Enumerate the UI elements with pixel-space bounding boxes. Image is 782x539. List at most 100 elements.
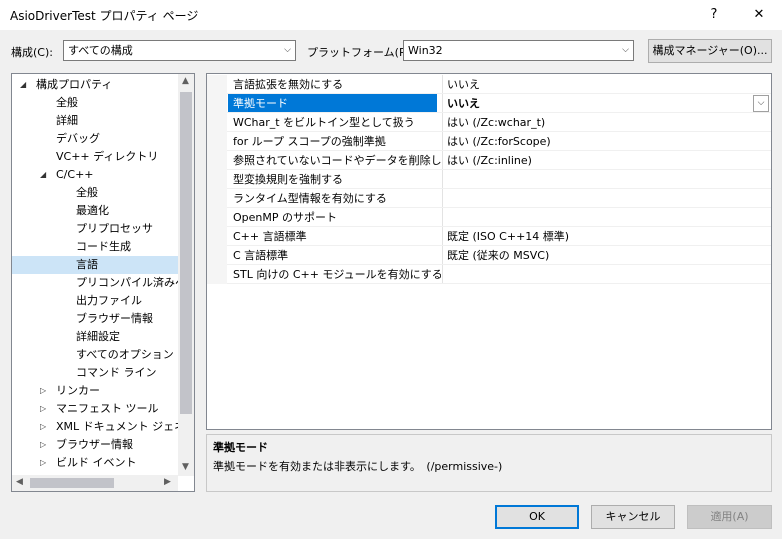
property-row[interactable]: C 言語標準 既定 (従来の MSVC) [207,246,771,265]
tree-item-label: 詳細設定 [76,330,120,343]
tree-item[interactable]: 言語 [12,256,178,274]
config-label: 構成(C): [11,46,53,59]
tree-item-label: すべてのオプション [76,348,174,361]
property-row[interactable]: 準拠モード いいえ ⌵ [207,94,771,113]
tree-item[interactable]: 詳細 [12,112,178,130]
property-tree[interactable]: ◢ 構成プロパティ 全般 詳細 デバッグ VC++ ディレクトリ ◢ C/C++ 全般 最適化 プリ… [11,73,195,492]
config-manager-button[interactable]: 構成マネージャー(O)... [648,39,772,63]
tree-horizontal-scrollbar[interactable]: ◀ ▶ [12,475,178,491]
collapsed-arrow-icon[interactable]: ▷ [40,436,46,454]
tree-item[interactable]: デバッグ [12,130,178,148]
property-value[interactable] [447,265,747,284]
chevron-down-icon[interactable]: ⌵ [753,95,769,112]
property-row[interactable]: for ループ スコープの強制準拠 はい (/Zc:forScope) [207,132,771,151]
tree-item-label: コマンド ライン [76,366,157,379]
tree-item-label: ビルド イベント [56,456,137,469]
tree-item[interactable]: ◢ 構成プロパティ [12,76,178,94]
tree-item[interactable]: VC++ ディレクトリ [12,148,178,166]
property-value[interactable]: はい (/Zc:wchar_t) [447,113,747,132]
scroll-down-icon[interactable]: ▼ [182,462,189,472]
collapsed-arrow-icon[interactable]: ▷ [40,418,46,436]
scroll-up-icon[interactable]: ▲ [182,76,189,86]
scroll-right-icon[interactable]: ▶ [164,477,171,487]
tree-item[interactable]: 全般 [12,184,178,202]
tree-item[interactable]: コード生成 [12,238,178,256]
property-row[interactable]: 型変換規則を強制する [207,170,771,189]
platform-value: Win32 [408,44,443,57]
ok-button[interactable]: OK [495,505,579,529]
property-row[interactable]: STL 向けの C++ モジュールを有効にする (試験段階) [207,265,771,284]
row-margin [207,113,227,132]
property-name: for ループ スコープの強制準拠 [233,135,386,148]
property-name: 参照されていないコードやデータを削除します [233,154,441,167]
property-grid[interactable]: 言語拡張を無効にする いいえ 準拠モード いいえ ⌵ WChar_t をビルトイン型として… [206,73,772,430]
tree-item[interactable]: すべてのオプション [12,346,178,364]
config-value: すべての構成 [68,44,133,57]
help-button[interactable]: ? [697,0,731,30]
tree-item[interactable]: ブラウザー情報 [12,310,178,328]
window-title: AsioDriverTest プロパティ ページ [10,9,199,23]
property-value[interactable] [447,189,747,208]
description-title: 準拠モード [213,441,268,454]
property-row[interactable]: 言語拡張を無効にする いいえ [207,75,771,94]
row-margin [207,265,227,284]
property-value[interactable]: 既定 (ISO C++14 標準) [447,227,747,246]
tree-item-label: 最適化 [76,204,109,217]
tree-item[interactable]: 出力ファイル [12,292,178,310]
expanded-arrow-icon[interactable]: ◢ [40,166,46,184]
scroll-left-icon[interactable]: ◀ [16,477,23,487]
collapsed-arrow-icon[interactable]: ▷ [40,400,46,418]
tree-item[interactable]: 最適化 [12,202,178,220]
tree-item[interactable]: ▷ ブラウザー情報 [12,436,178,454]
property-row[interactable]: WChar_t をビルトイン型として扱う はい (/Zc:wchar_t) [207,113,771,132]
platform-dropdown[interactable]: Win32 ⌵ [403,40,634,61]
tree-item[interactable]: ▷ リンカー [12,382,178,400]
tree-item[interactable]: 全般 [12,94,178,112]
property-value[interactable] [447,170,747,189]
property-value[interactable]: はい (/Zc:forScope) [447,132,747,151]
apply-button[interactable]: 適用(A) [687,505,772,529]
expanded-arrow-icon[interactable]: ◢ [20,76,26,94]
tree-item[interactable]: ◢ C/C++ [12,166,178,184]
column-divider [442,170,443,189]
collapsed-arrow-icon[interactable]: ▷ [40,454,46,472]
property-row[interactable]: ランタイム型情報を有効にする [207,189,771,208]
property-row[interactable]: C++ 言語標準 既定 (ISO C++14 標準) [207,227,771,246]
config-dropdown[interactable]: すべての構成 ⌵ [63,40,296,61]
scroll-thumb[interactable] [30,478,114,488]
tree-item[interactable]: コマンド ライン [12,364,178,382]
tree-item-label: コード生成 [76,240,131,253]
column-divider [442,265,443,284]
tree-item-label: 出力ファイル [76,294,142,307]
tree-item[interactable]: 詳細設定 [12,328,178,346]
property-value[interactable] [447,208,747,227]
column-divider [442,246,443,265]
property-name: C 言語標準 [233,249,289,262]
property-name: WChar_t をビルトイン型として扱う [233,116,415,129]
tree-item[interactable]: ▷ マニフェスト ツール [12,400,178,418]
property-value[interactable]: はい (/Zc:inline) [447,151,747,170]
property-row[interactable]: 参照されていないコードやデータを削除します はい (/Zc:inline) [207,151,771,170]
property-value[interactable]: いいえ [447,94,747,113]
tree-item[interactable]: ▷ ビルド イベント [12,454,178,472]
tree-item-label: 全般 [56,96,78,109]
tree-item-label: 構成プロパティ [36,78,113,91]
tree-vertical-scrollbar[interactable]: ▲ ▼ [178,74,194,476]
tree-item-label: ブラウザー情報 [56,438,133,451]
scroll-thumb[interactable] [180,92,192,414]
collapsed-arrow-icon[interactable]: ▷ [40,382,46,400]
row-margin [207,170,227,189]
tree-item[interactable]: ▷ XML ドキュメント ジェネレー [12,418,194,436]
row-margin [207,227,227,246]
tree-item-label: プリプロセッサ [76,222,153,235]
title-bar: AsioDriverTest プロパティ ページ ? ✕ [0,0,782,30]
property-row[interactable]: OpenMP のサポート [207,208,771,227]
cancel-button[interactable]: キャンセル [591,505,675,529]
close-icon[interactable]: ✕ [742,0,776,30]
tree-item[interactable]: プリプロセッサ [12,220,178,238]
property-value[interactable]: いいえ [447,75,747,94]
description-panel: 準拠モード 準拠モードを有効または非表示にします。 (/permissive-) [206,434,772,492]
chevron-down-icon: ⌵ [622,45,629,55]
tree-item[interactable]: プリコンパイル済みヘッ [12,274,194,292]
property-value[interactable]: 既定 (従来の MSVC) [447,246,747,265]
